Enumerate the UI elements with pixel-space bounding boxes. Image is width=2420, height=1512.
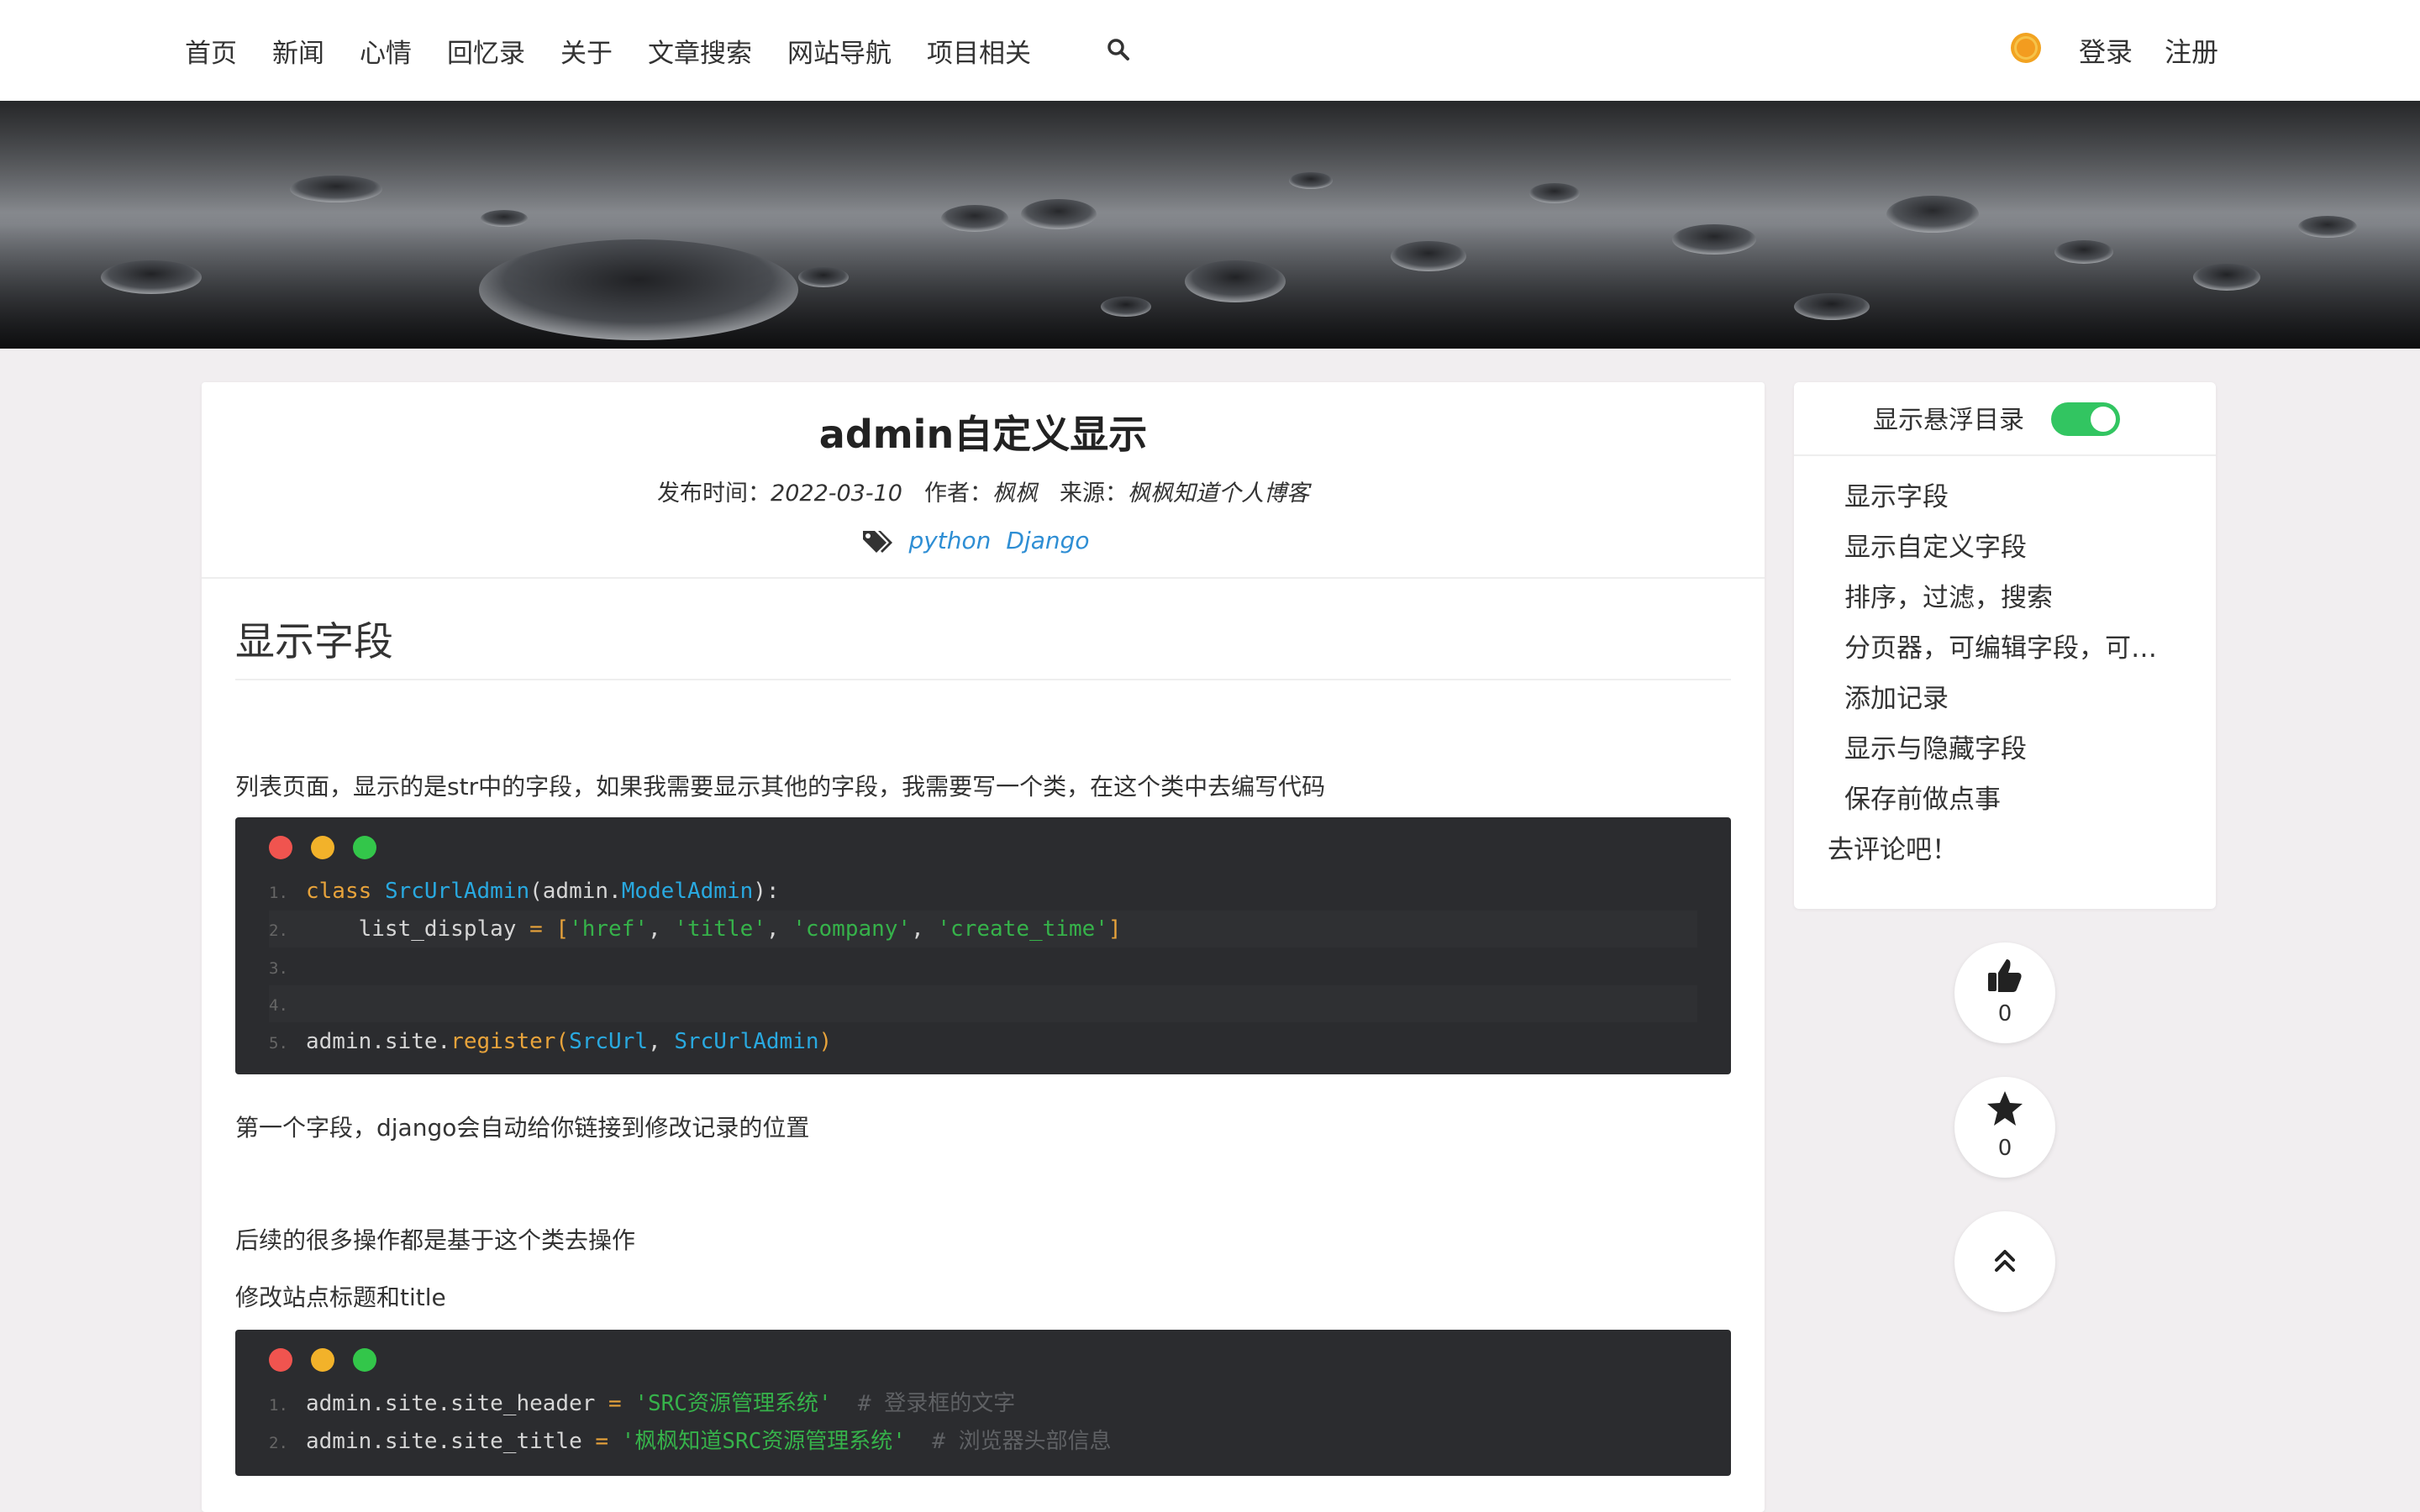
toc-item-comment[interactable]: 去评论吧！ (1828, 828, 1958, 866)
nav-item-article-search[interactable]: 文章搜索 (648, 32, 752, 70)
article-header: admin自定义显示 发布时间：2022-03-10 作者：枫枫 来源：枫枫知道个人… (202, 382, 1765, 579)
nav-item-memoir[interactable]: 回忆录 (447, 32, 525, 70)
publish-date: 2022-03-10 (771, 480, 902, 507)
code-line: 5. admin.site.register(SrcUrl, SrcUrlAdmi… (269, 1029, 833, 1054)
source-name: 枫枫知道个人博客 (1127, 480, 1309, 507)
article-meta: 发布时间：2022-03-10 作者：枫枫 来源：枫枫知道个人博客 (202, 475, 1765, 507)
code-line: 1. class SrcUrlAdmin(admin.ModelAdmin): (269, 879, 780, 904)
tags-icon (863, 531, 893, 553)
star-icon (1987, 1091, 2023, 1126)
nav-item-home[interactable]: 首页 (185, 32, 237, 70)
code-line: 2. list_display = ['href', 'title', 'com… (269, 911, 1697, 948)
top-navbar: 首页 新闻 心情 回忆录 关于 文章搜索 网站导航 项目相关 登录 注册 (0, 0, 2420, 102)
favorite-button[interactable]: 0 (1954, 1077, 2055, 1178)
toc-item[interactable]: 显示字段 (1844, 475, 1949, 513)
window-dots (269, 836, 395, 865)
publish-label: 发布时间： (657, 480, 771, 507)
like-count: 0 (1997, 1001, 2012, 1026)
toc-item[interactable]: 添加记录 (1844, 677, 1949, 715)
moon-banner-image (0, 101, 2420, 349)
theme-sun-icon[interactable] (2008, 30, 2044, 66)
toc-item[interactable]: 分页器，可编辑字段，可… (1844, 627, 2157, 664)
favorite-count: 0 (1997, 1136, 2012, 1161)
nav-item-mood[interactable]: 心情 (360, 32, 412, 70)
yellow-dot-icon (311, 836, 334, 859)
author-name: 枫枫 (992, 480, 1038, 507)
toc-item[interactable]: 显示与隐藏字段 (1844, 727, 2027, 765)
double-chevron-up-icon (1995, 1250, 2015, 1272)
paragraph-2: 第一个字段，django会自动给你链接到修改记录的位置 (235, 1114, 810, 1142)
code-line: 4. (269, 985, 1697, 1022)
code-block-1: 1. class SrcUrlAdmin(admin.ModelAdmin): 2… (235, 817, 1731, 1074)
author-label: 作者： (923, 480, 992, 507)
article-title: admin自定义显示 (818, 412, 1148, 457)
back-to-top-button[interactable] (1954, 1211, 2055, 1312)
red-dot-icon (269, 836, 292, 859)
nav-item-about[interactable]: 关于 (560, 32, 613, 70)
nav-item-projects[interactable]: 项目相关 (927, 32, 1031, 70)
section-heading: 显示字段 (235, 609, 1731, 680)
like-button[interactable]: 0 (1954, 942, 2055, 1043)
nav-item-site-nav[interactable]: 网站导航 (787, 32, 892, 70)
tag-python[interactable]: python (908, 527, 991, 554)
tag-django[interactable]: Django (1006, 527, 1089, 554)
code-block-2: 1. admin.site.site_header = 'SRC资源管理系统' #… (235, 1330, 1731, 1476)
green-dot-icon (353, 836, 376, 859)
paragraph-3: 后续的很多操作都是基于这个类去操作 (235, 1226, 636, 1254)
red-dot-icon (269, 1348, 292, 1372)
code-line: 3. (269, 959, 288, 978)
toggle-knob (2091, 407, 2116, 432)
yellow-dot-icon (311, 1348, 334, 1372)
code-line: 2. admin.site.site_title = '枫枫知道SRC资源管理系统… (269, 1429, 1112, 1454)
code-line: 1. admin.site.site_header = 'SRC资源管理系统' #… (269, 1391, 1016, 1416)
green-dot-icon (353, 1348, 376, 1372)
thumbs-up-icon (1988, 959, 2022, 992)
paragraph-1: 列表页面，显示的是str中的字段，如果我需要显示其他的字段，我需要写一个类，在这… (235, 773, 1326, 801)
register-link[interactable]: 注册 (2165, 0, 2218, 101)
article-tags: python Django (202, 527, 1765, 554)
toc-item[interactable]: 排序，过滤，搜索 (1844, 576, 2053, 614)
toc-item[interactable]: 保存前做点事 (1844, 778, 2001, 816)
source-label: 来源： (1059, 480, 1128, 507)
window-dots (269, 1348, 395, 1378)
nav-item-news[interactable]: 新闻 (272, 32, 324, 70)
main-nav: 首页 新闻 心情 回忆录 关于 文章搜索 网站导航 项目相关 (185, 0, 1066, 101)
toc-toggle-label: 显示悬浮目录 (1873, 406, 2024, 435)
toc-toggle-switch[interactable] (2051, 402, 2120, 436)
search-icon[interactable] (1106, 37, 1131, 62)
toc-item[interactable]: 显示自定义字段 (1844, 526, 2027, 564)
paragraph-4: 修改站点标题和title (235, 1284, 446, 1311)
login-link[interactable]: 登录 (2079, 0, 2133, 101)
article-card: admin自定义显示 发布时间：2022-03-10 作者：枫枫 来源：枫枫知道个人… (202, 382, 1765, 1512)
toc-header: 显示悬浮目录 (1794, 382, 2216, 456)
toc-card: 显示悬浮目录 显示字段 显示自定义字段 排序，过滤，搜索 分页器，可编辑字段，可… (1794, 382, 2216, 909)
